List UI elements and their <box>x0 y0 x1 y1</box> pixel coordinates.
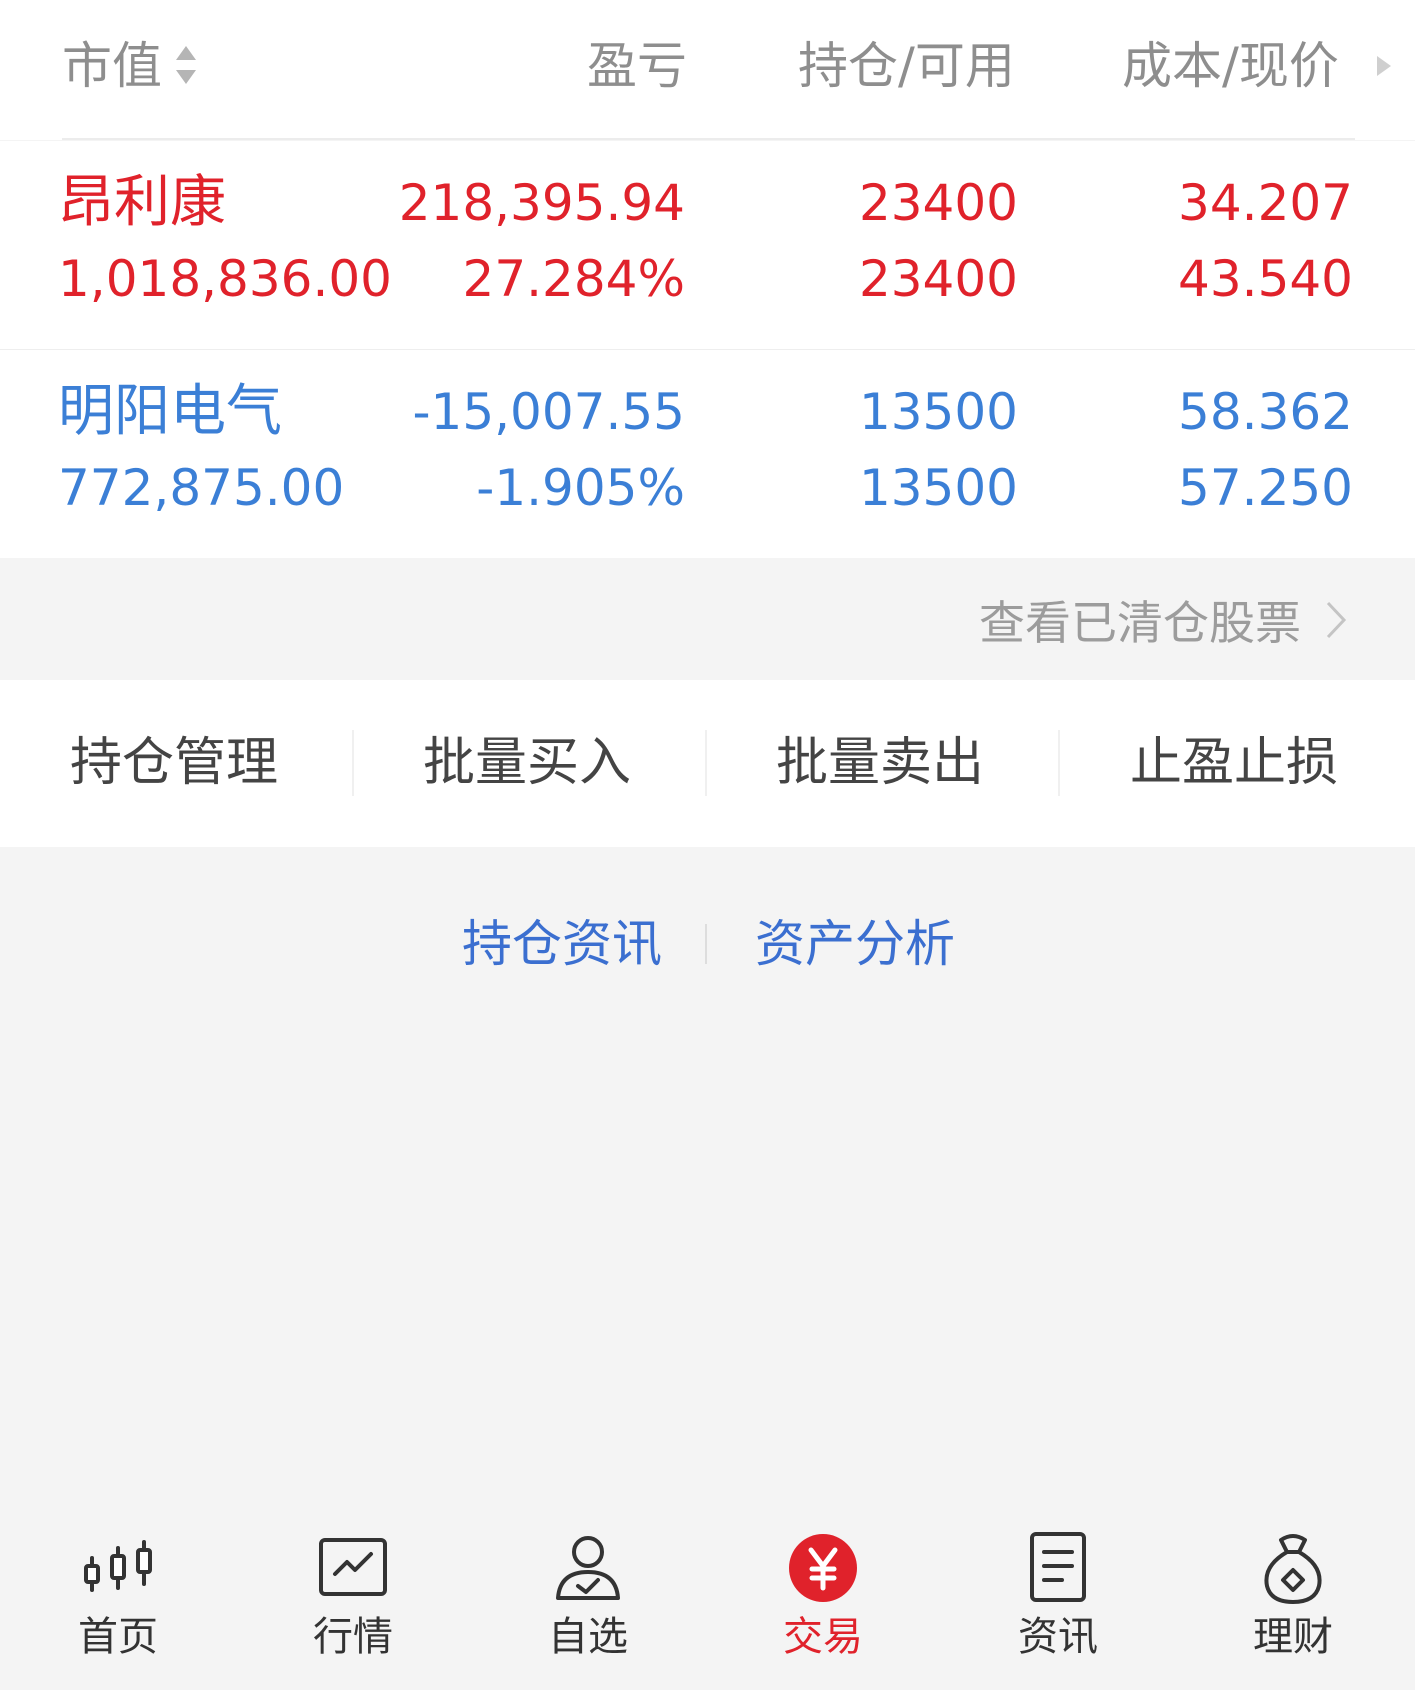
column-header-pnl: 盈亏 <box>587 37 687 95</box>
candlestick-icon <box>84 1540 152 1592</box>
available-qty: 23400 <box>858 250 1018 308</box>
tab-home-label: 首页 <box>78 1614 158 1660</box>
position-news-link[interactable]: 持仓资讯 <box>462 912 662 976</box>
position-action-bar: 持仓管理 批量买入 批量卖出 止盈止损 <box>0 680 1415 847</box>
column-header-market-value[interactable]: 市值 <box>62 34 162 98</box>
view-cleared-stocks-label: 查看已清仓股票 <box>979 596 1301 650</box>
chart-line-icon <box>319 1538 387 1596</box>
tab-trade[interactable]: 交易 <box>733 1500 913 1680</box>
tab-trade-label: 交易 <box>783 1614 863 1660</box>
header-divider <box>62 138 1355 140</box>
action-divider <box>1058 730 1060 796</box>
stock-name: 明阳电气 <box>58 379 282 444</box>
action-divider <box>352 730 354 796</box>
market-value: 1,018,836.00 <box>58 250 392 308</box>
info-link-divider <box>705 924 707 964</box>
current-price: 57.250 <box>1178 459 1353 517</box>
cost-price: 58.362 <box>1178 383 1353 441</box>
bottom-tab-bar: 首页 行情 自选 交易 资讯 理财 <box>0 1500 1415 1690</box>
position-qty: 13500 <box>858 383 1018 441</box>
scroll-right-icon[interactable] <box>1375 54 1393 78</box>
holding-row[interactable]: 昂利康 1,018,836.00 218,395.94 27.284% 2340… <box>0 141 1415 349</box>
document-icon <box>1030 1532 1086 1602</box>
stop-profit-loss-button[interactable]: 止盈止损 <box>1130 730 1338 796</box>
money-bag-icon <box>1264 1534 1322 1604</box>
tab-home[interactable]: 首页 <box>28 1500 208 1680</box>
tab-news-label: 资讯 <box>1018 1614 1098 1660</box>
column-header-cost-price: 成本/现价 <box>1122 37 1339 95</box>
user-check-icon <box>556 1536 620 1600</box>
tab-wealth-label: 理财 <box>1253 1614 1333 1660</box>
tab-wealth[interactable]: 理财 <box>1203 1500 1383 1680</box>
action-divider <box>705 730 707 796</box>
batch-buy-button[interactable]: 批量买入 <box>423 730 631 796</box>
tab-watchlist-label: 自选 <box>548 1614 628 1660</box>
tab-market[interactable]: 行情 <box>263 1500 443 1680</box>
stock-name: 昂利康 <box>58 170 226 235</box>
sort-icon[interactable] <box>174 42 198 88</box>
cost-price: 34.207 <box>1178 174 1353 232</box>
pnl-amount: 218,395.94 <box>398 174 685 232</box>
tab-market-label: 行情 <box>313 1614 393 1660</box>
chevron-right-icon <box>1326 601 1347 639</box>
tab-news[interactable]: 资讯 <box>968 1500 1148 1680</box>
holdings-table-header: 市值 盈亏 持仓/可用 成本/现价 <box>0 0 1415 140</box>
available-qty: 13500 <box>858 459 1018 517</box>
column-header-position-available: 持仓/可用 <box>798 37 1015 95</box>
yuan-icon <box>789 1534 857 1602</box>
holding-row[interactable]: 明阳电气 772,875.00 -15,007.55 -1.905% 13500… <box>0 350 1415 558</box>
position-qty: 23400 <box>858 174 1018 232</box>
pnl-percent: 27.284% <box>462 250 685 308</box>
pnl-percent: -1.905% <box>476 459 685 517</box>
pnl-amount: -15,007.55 <box>412 383 685 441</box>
position-management-button[interactable]: 持仓管理 <box>70 730 278 796</box>
tab-watchlist[interactable]: 自选 <box>498 1500 678 1680</box>
current-price: 43.540 <box>1178 250 1353 308</box>
view-cleared-stocks-link[interactable]: 查看已清仓股票 <box>979 588 1347 652</box>
asset-analysis-link[interactable]: 资产分析 <box>755 912 955 976</box>
market-value: 772,875.00 <box>58 459 345 517</box>
batch-sell-button[interactable]: 批量卖出 <box>776 730 984 796</box>
